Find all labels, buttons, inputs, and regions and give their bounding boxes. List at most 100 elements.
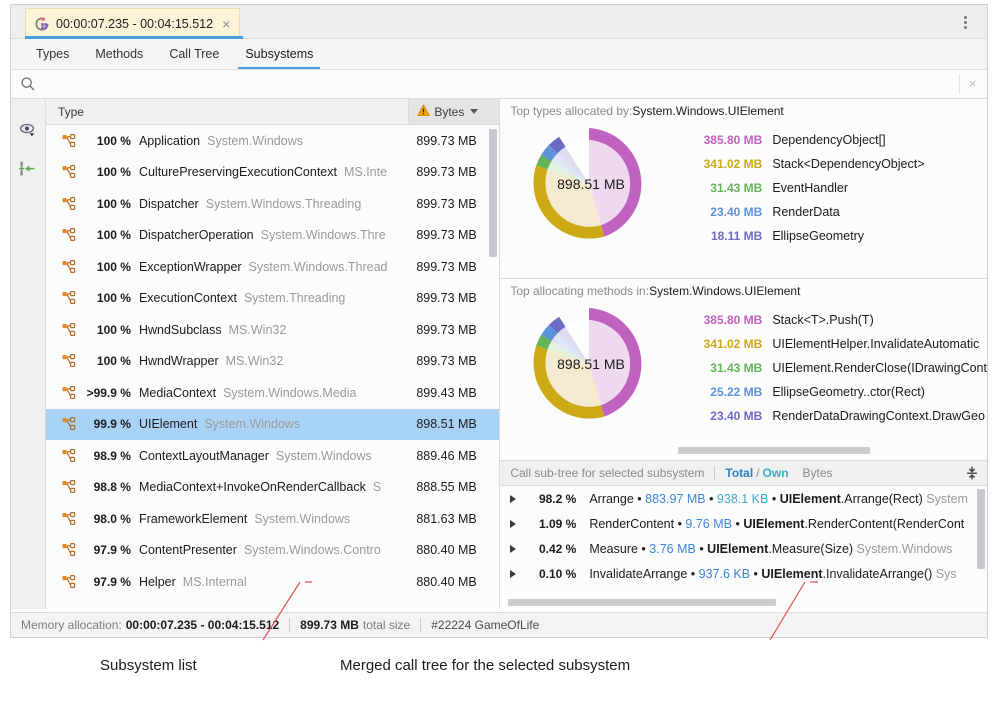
call-subtree-rows: 98.2 %Arrange • 883.97 MB • 938.1 KB • U… xyxy=(500,486,987,586)
list-item[interactable]: 31.43 MBEventHandler xyxy=(678,176,987,200)
eye-dropdown-icon[interactable] xyxy=(18,121,38,141)
list-header: Type Bytes xyxy=(46,99,499,125)
subsystem-icon xyxy=(62,197,77,211)
call-subtree-horizontal-scrollbar[interactable] xyxy=(508,599,776,606)
status-divider-1 xyxy=(289,618,290,632)
tab-types[interactable]: Types xyxy=(23,39,82,69)
table-row[interactable]: 97.9 %ContentPresenterSystem.Windows.Con… xyxy=(46,535,499,567)
row-type-name: FrameworkElement xyxy=(139,512,247,526)
row-percent: 97.9 % xyxy=(77,543,139,557)
call-subtree-panel: Call sub-tree for selected subsystem Tot… xyxy=(500,461,987,609)
list-item[interactable]: 18.11 MBEllipseGeometry xyxy=(678,224,987,248)
legend-label: Stack<T>.Push(T) xyxy=(762,313,873,327)
list-item[interactable]: 31.43 MBUIElement.RenderClose(IDrawingCo… xyxy=(678,356,987,380)
call-subtree-row[interactable]: 98.2 %Arrange • 883.97 MB • 938.1 KB • U… xyxy=(500,486,987,511)
collapse-all-icon[interactable] xyxy=(957,465,987,481)
list-item[interactable]: 385.80 MBStack<T>.Push(T) xyxy=(678,308,987,332)
table-row[interactable]: 98.0 %FrameworkElementSystem.Windows881.… xyxy=(46,503,499,535)
table-row[interactable]: 100 %ApplicationSystem.Windows899.73 MB xyxy=(46,125,499,157)
status-size: 899.73 MB xyxy=(300,618,359,632)
row-namespace: System.Windows.Thread xyxy=(249,260,388,274)
subsystem-icon xyxy=(62,512,77,526)
subsystem-icon xyxy=(62,386,77,400)
list-item[interactable]: 23.40 MBRenderData xyxy=(678,200,987,224)
ct-type: UIElement xyxy=(743,517,804,531)
expand-arrow-icon[interactable] xyxy=(510,570,516,578)
expand-arrow-icon[interactable] xyxy=(510,495,516,503)
table-row[interactable]: 100 %ExecutionContextSystem.Threading899… xyxy=(46,283,499,315)
status-bar: Memory allocation: 00:00:07.235 - 00:04:… xyxy=(11,612,987,637)
table-row[interactable]: 98.9 %ContextLayoutManagerSystem.Windows… xyxy=(46,440,499,472)
profiler-window: 00:00:07.235 - 00:04:15.512 × Types Meth… xyxy=(10,4,988,638)
row-type-cell: MediaContextSystem.Windows.Media xyxy=(139,386,408,400)
search-input[interactable] xyxy=(36,77,959,91)
legend-value: 18.11 MB xyxy=(678,229,762,243)
table-row[interactable]: 100 %HwndSubclassMS.Win32899.73 MB xyxy=(46,314,499,346)
title-strip: 00:00:07.235 - 00:04:15.512 × xyxy=(11,5,987,39)
table-row[interactable]: 97.9 %HelperMS.Internal880.40 MB xyxy=(46,566,499,598)
table-row[interactable]: >99.9 %MediaContextSystem.Windows.Media8… xyxy=(46,377,499,409)
row-percent: 99.9 % xyxy=(77,417,139,431)
row-percent: 100 % xyxy=(77,197,139,211)
row-percent: 98.0 % xyxy=(77,512,139,526)
table-row[interactable]: 100 %DispatcherSystem.Windows.Threading8… xyxy=(46,188,499,220)
subsystem-icon xyxy=(62,480,77,494)
table-row[interactable]: 98.8 %MediaContext+InvokeOnRenderCallbac… xyxy=(46,472,499,504)
expand-arrow-icon[interactable] xyxy=(510,545,516,553)
ct-label: InvalidateArrange • 937.6 KB • UIElement… xyxy=(576,567,956,581)
call-subtree-row[interactable]: 1.09 %RenderContent • 9.76 MB • UIElemen… xyxy=(500,511,987,536)
top-types-donut-center: 898.51 MB xyxy=(557,176,625,192)
left-gutter xyxy=(11,99,46,609)
ct-label: RenderContent • 9.76 MB • UIElement.Rend… xyxy=(576,517,964,531)
top-methods-horizontal-scrollbar[interactable] xyxy=(678,447,870,454)
tab-methods[interactable]: Methods xyxy=(82,39,156,69)
expand-arrow-icon[interactable] xyxy=(510,520,516,528)
row-type-cell: HwndSubclassMS.Win32 xyxy=(139,323,408,337)
ct-percent: 1.09 % xyxy=(522,517,576,531)
more-vertical-icon[interactable] xyxy=(957,13,973,31)
snapshot-icon xyxy=(35,17,49,31)
row-type-name: ContentPresenter xyxy=(139,543,237,557)
total-own-separator: / xyxy=(753,466,762,480)
row-type-name: UIElement xyxy=(139,417,197,431)
row-type-cell: UIElementSystem.Windows xyxy=(139,417,408,431)
table-row[interactable]: 100 %DispatcherOperationSystem.Windows.T… xyxy=(46,220,499,252)
top-types-title-prefix: Top types allocated by: xyxy=(510,104,632,118)
tab-call-tree[interactable]: Call Tree xyxy=(156,39,232,69)
legend-value: 385.80 MB xyxy=(678,313,762,327)
call-subtree-header: Call sub-tree for selected subsystem Tot… xyxy=(500,461,987,486)
bytes-toggle[interactable]: Bytes xyxy=(803,466,833,480)
list-item[interactable]: 341.02 MBUIElementHelper.InvalidateAutom… xyxy=(678,332,987,356)
own-toggle[interactable]: Own xyxy=(763,466,789,480)
annotation-subsystem-list: Subsystem list xyxy=(100,657,197,674)
call-subtree-vertical-scrollbar[interactable] xyxy=(977,489,985,569)
ct-label: Arrange • 883.97 MB • 938.1 KB • UIEleme… xyxy=(576,492,968,506)
list-item[interactable]: 25.22 MBEllipseGeometry..ctor(Rect) xyxy=(678,380,987,404)
merge-arrow-icon[interactable] xyxy=(18,159,38,179)
top-methods-body: 898.51 MB 385.80 MBStack<T>.Push(T)341.0… xyxy=(500,302,987,428)
top-types-legend: 385.80 MBDependencyObject[]341.02 MBStac… xyxy=(678,122,987,248)
row-namespace: System.Windows.Thre xyxy=(261,228,386,242)
call-subtree-row[interactable]: 0.10 %InvalidateArrange • 937.6 KB • UIE… xyxy=(500,561,987,586)
table-row[interactable]: 99.9 %UIElementSystem.Windows898.51 MB xyxy=(46,409,499,441)
top-types-panel: Top types allocated by: System.Windows.U… xyxy=(500,99,987,279)
document-tab[interactable]: 00:00:07.235 - 00:04:15.512 × xyxy=(25,8,240,39)
column-header-type[interactable]: Type xyxy=(46,105,408,119)
tab-subsystems[interactable]: Subsystems xyxy=(232,39,326,69)
clear-search-icon[interactable]: × xyxy=(959,74,985,94)
table-row[interactable]: 100 %HwndWrapperMS.Win32899.73 MB xyxy=(46,346,499,378)
list-item[interactable]: 385.80 MBDependencyObject[] xyxy=(678,128,987,152)
close-icon[interactable]: × xyxy=(220,17,230,31)
list-vertical-scrollbar[interactable] xyxy=(489,129,497,257)
ct-total: 937.6 KB xyxy=(699,567,750,581)
table-row[interactable]: 100 %ExceptionWrapperSystem.Windows.Thre… xyxy=(46,251,499,283)
total-toggle[interactable]: Total xyxy=(725,466,753,480)
column-header-bytes[interactable]: Bytes xyxy=(408,99,499,124)
table-row[interactable]: 100 %CulturePreservingExecutionContextMS… xyxy=(46,157,499,189)
ct-total: 3.76 MB xyxy=(649,542,696,556)
legend-value: 23.40 MB xyxy=(678,205,762,219)
list-item[interactable]: 23.40 MBRenderDataDrawingContext.DrawGeo xyxy=(678,404,987,428)
subsystem-rows: 100 %ApplicationSystem.Windows899.73 MB … xyxy=(46,125,499,609)
call-subtree-row[interactable]: 0.42 %Measure • 3.76 MB • UIElement.Meas… xyxy=(500,536,987,561)
list-item[interactable]: 341.02 MBStack<DependencyObject> xyxy=(678,152,987,176)
